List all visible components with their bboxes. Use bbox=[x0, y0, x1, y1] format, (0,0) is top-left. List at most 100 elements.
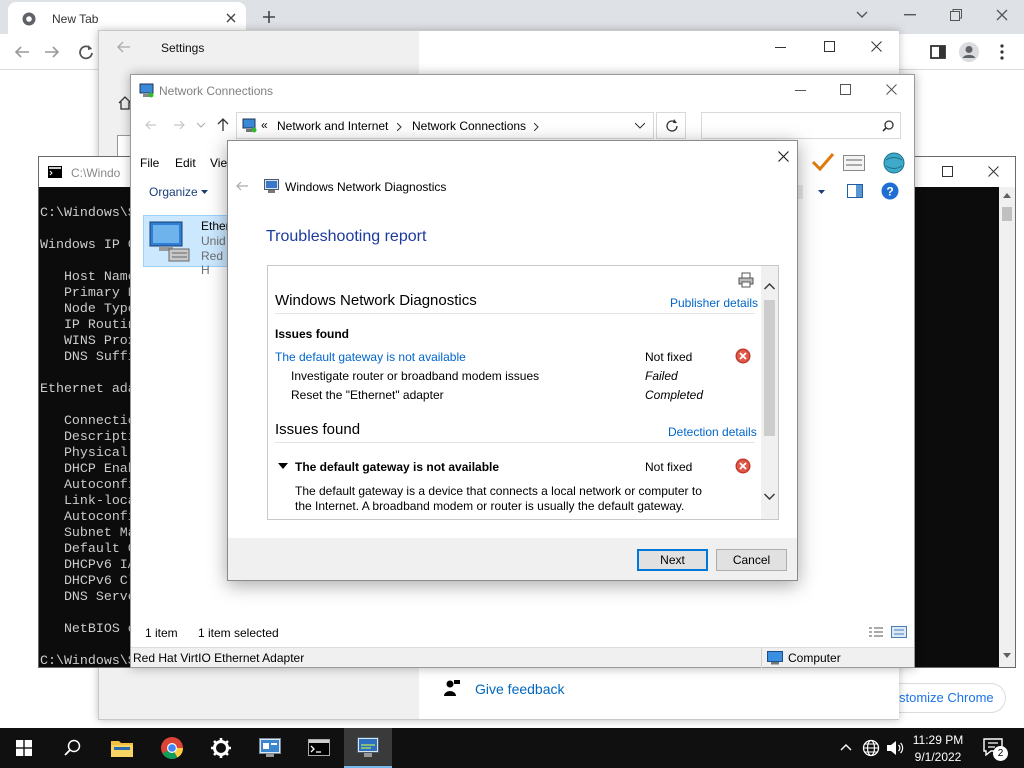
cmd-line: Primary D bbox=[40, 285, 136, 300]
cmd-scroll-down-icon[interactable] bbox=[1003, 653, 1011, 658]
menu-view[interactable]: Vie bbox=[210, 156, 227, 170]
cmd-line: Subnet Ma bbox=[40, 525, 136, 540]
volume-icon[interactable] bbox=[886, 739, 904, 757]
cmd-maximize-icon[interactable] bbox=[942, 166, 953, 177]
organize-dropdown-icon[interactable] bbox=[201, 190, 208, 194]
menu-file[interactable]: File bbox=[140, 156, 159, 170]
report-scroll-thumb[interactable] bbox=[764, 300, 775, 436]
breadcrumb-separator-icon[interactable] bbox=[397, 123, 402, 131]
report-scroll-up-icon[interactable] bbox=[764, 283, 775, 290]
nc-close-icon[interactable] bbox=[886, 84, 897, 95]
globe-icon[interactable] bbox=[882, 151, 906, 175]
forward-arrow-icon[interactable] bbox=[44, 44, 60, 60]
tab-search-icon[interactable] bbox=[856, 10, 868, 20]
start-button[interactable] bbox=[0, 728, 48, 768]
nc-recent-icon[interactable] bbox=[197, 122, 205, 128]
nc-back-icon[interactable] bbox=[145, 120, 157, 130]
new-tab-icon[interactable] bbox=[262, 10, 276, 24]
back-arrow-icon[interactable] bbox=[14, 44, 30, 60]
side-panel-icon[interactable] bbox=[930, 44, 946, 60]
settings-minimize-icon[interactable] bbox=[775, 47, 786, 49]
clock-date[interactable]: 9/1/2022 bbox=[908, 750, 968, 764]
cmd-output[interactable]: C:\Windows\S Windows IP C Host Name Prim… bbox=[40, 205, 136, 669]
item-count: 1 item bbox=[145, 626, 178, 640]
breadcrumb-network-internet[interactable]: Network and Internet bbox=[277, 119, 388, 133]
large-icons-view-icon[interactable] bbox=[891, 626, 907, 638]
tab-close-icon[interactable] bbox=[226, 13, 236, 23]
reload-icon[interactable] bbox=[78, 44, 94, 60]
nc-address-bar[interactable]: « Network and Internet Network Connectio… bbox=[236, 112, 654, 139]
detail-title[interactable]: The default gateway is not available bbox=[295, 460, 499, 474]
give-feedback-link[interactable]: Give feedback bbox=[475, 681, 565, 697]
cmd-line: Descripti bbox=[40, 429, 136, 444]
preview-pane-icon[interactable] bbox=[847, 184, 863, 198]
taskbar-search-button[interactable] bbox=[48, 728, 96, 768]
nc-refresh-button[interactable] bbox=[656, 112, 686, 139]
tray-overflow-icon[interactable] bbox=[840, 743, 852, 751]
settings-search-box[interactable] bbox=[117, 135, 131, 157]
cancel-button[interactable]: Cancel bbox=[716, 549, 787, 571]
dialog-back-icon[interactable] bbox=[236, 181, 249, 191]
taskbar-control-panel[interactable] bbox=[246, 728, 294, 768]
collapse-arrow-icon[interactable] bbox=[278, 463, 288, 469]
publisher-details-link[interactable]: Publisher details bbox=[670, 296, 758, 310]
issue-link[interactable]: The default gateway is not available bbox=[275, 350, 466, 364]
details-view-icon[interactable] bbox=[868, 626, 884, 638]
network-globe-icon[interactable] bbox=[862, 739, 880, 757]
cmd-close-icon[interactable] bbox=[988, 166, 999, 177]
address-dropdown-icon[interactable] bbox=[635, 123, 645, 129]
nc-forward-icon[interactable] bbox=[173, 120, 185, 130]
profile-avatar-icon[interactable] bbox=[958, 41, 980, 63]
folder-icon bbox=[111, 741, 133, 757]
cmd-scrollbar[interactable] bbox=[999, 187, 1015, 667]
taskbar: 11:29 PM 9/1/2022 2 bbox=[0, 728, 1024, 768]
breadcrumb-separator-icon[interactable] bbox=[534, 123, 539, 131]
gear-icon bbox=[211, 738, 231, 758]
taskbar-file-explorer[interactable] bbox=[98, 728, 146, 768]
checkmark-icon[interactable] bbox=[811, 152, 835, 172]
nc-maximize-icon[interactable] bbox=[840, 84, 851, 95]
settings-close-icon[interactable] bbox=[871, 41, 882, 52]
nc-up-icon[interactable] bbox=[217, 118, 229, 132]
control-panel-icon bbox=[259, 738, 281, 757]
clock-time[interactable]: 11:29 PM bbox=[908, 733, 968, 747]
dialog-close-icon[interactable] bbox=[778, 151, 789, 162]
ethernet-connection-item[interactable]: Ether Unid Red H bbox=[143, 215, 230, 277]
breadcrumb-network-connections[interactable]: Network Connections bbox=[412, 119, 526, 133]
action-center-button[interactable]: 2 bbox=[980, 736, 1010, 762]
cmd-scroll-up-icon[interactable] bbox=[1003, 193, 1011, 198]
chrome-restore-icon[interactable] bbox=[950, 9, 962, 21]
breadcrumb-prefix[interactable]: « bbox=[261, 118, 268, 132]
nc-search-box[interactable] bbox=[701, 112, 901, 139]
search-icon bbox=[882, 120, 894, 132]
taskbar-cmd[interactable] bbox=[295, 728, 343, 768]
chrome-close-icon[interactable] bbox=[996, 9, 1008, 21]
cmd-icon bbox=[48, 166, 62, 178]
help-icon[interactable]: ? bbox=[881, 182, 899, 200]
report-scrollbar[interactable] bbox=[761, 266, 778, 519]
troubleshooting-report[interactable]: Windows Network Diagnostics Publisher de… bbox=[267, 265, 779, 520]
taskbar-chrome[interactable] bbox=[148, 728, 196, 768]
keyboard-icon[interactable] bbox=[843, 155, 865, 171]
taskbar-settings[interactable] bbox=[197, 728, 245, 768]
network-connections-title: Network Connections bbox=[159, 84, 274, 98]
connection-status: Unid bbox=[201, 234, 226, 248]
cmd-line: Host Name bbox=[40, 269, 136, 284]
diagnostics-icon bbox=[264, 179, 279, 193]
notification-badge: 2 bbox=[993, 746, 1008, 761]
view-dropdown-icon[interactable] bbox=[818, 190, 825, 194]
settings-maximize-icon[interactable] bbox=[824, 41, 835, 52]
detail-description-line1: The default gateway is a device that con… bbox=[295, 484, 702, 498]
menu-edit[interactable]: Edit bbox=[175, 156, 196, 170]
next-button[interactable]: Next bbox=[637, 549, 708, 571]
detection-details-link[interactable]: Detection details bbox=[668, 425, 757, 439]
chrome-minimize-icon[interactable] bbox=[904, 14, 916, 16]
organize-button[interactable]: Organize bbox=[149, 185, 198, 199]
print-icon[interactable] bbox=[738, 272, 754, 288]
settings-back-icon[interactable] bbox=[117, 41, 131, 53]
taskbar-network-diagnostics[interactable] bbox=[344, 728, 392, 768]
report-scroll-down-icon[interactable] bbox=[764, 493, 775, 500]
nc-minimize-icon[interactable] bbox=[795, 90, 806, 92]
cmd-scroll-thumb[interactable] bbox=[1002, 207, 1012, 221]
chrome-menu-icon[interactable] bbox=[1000, 44, 1004, 60]
